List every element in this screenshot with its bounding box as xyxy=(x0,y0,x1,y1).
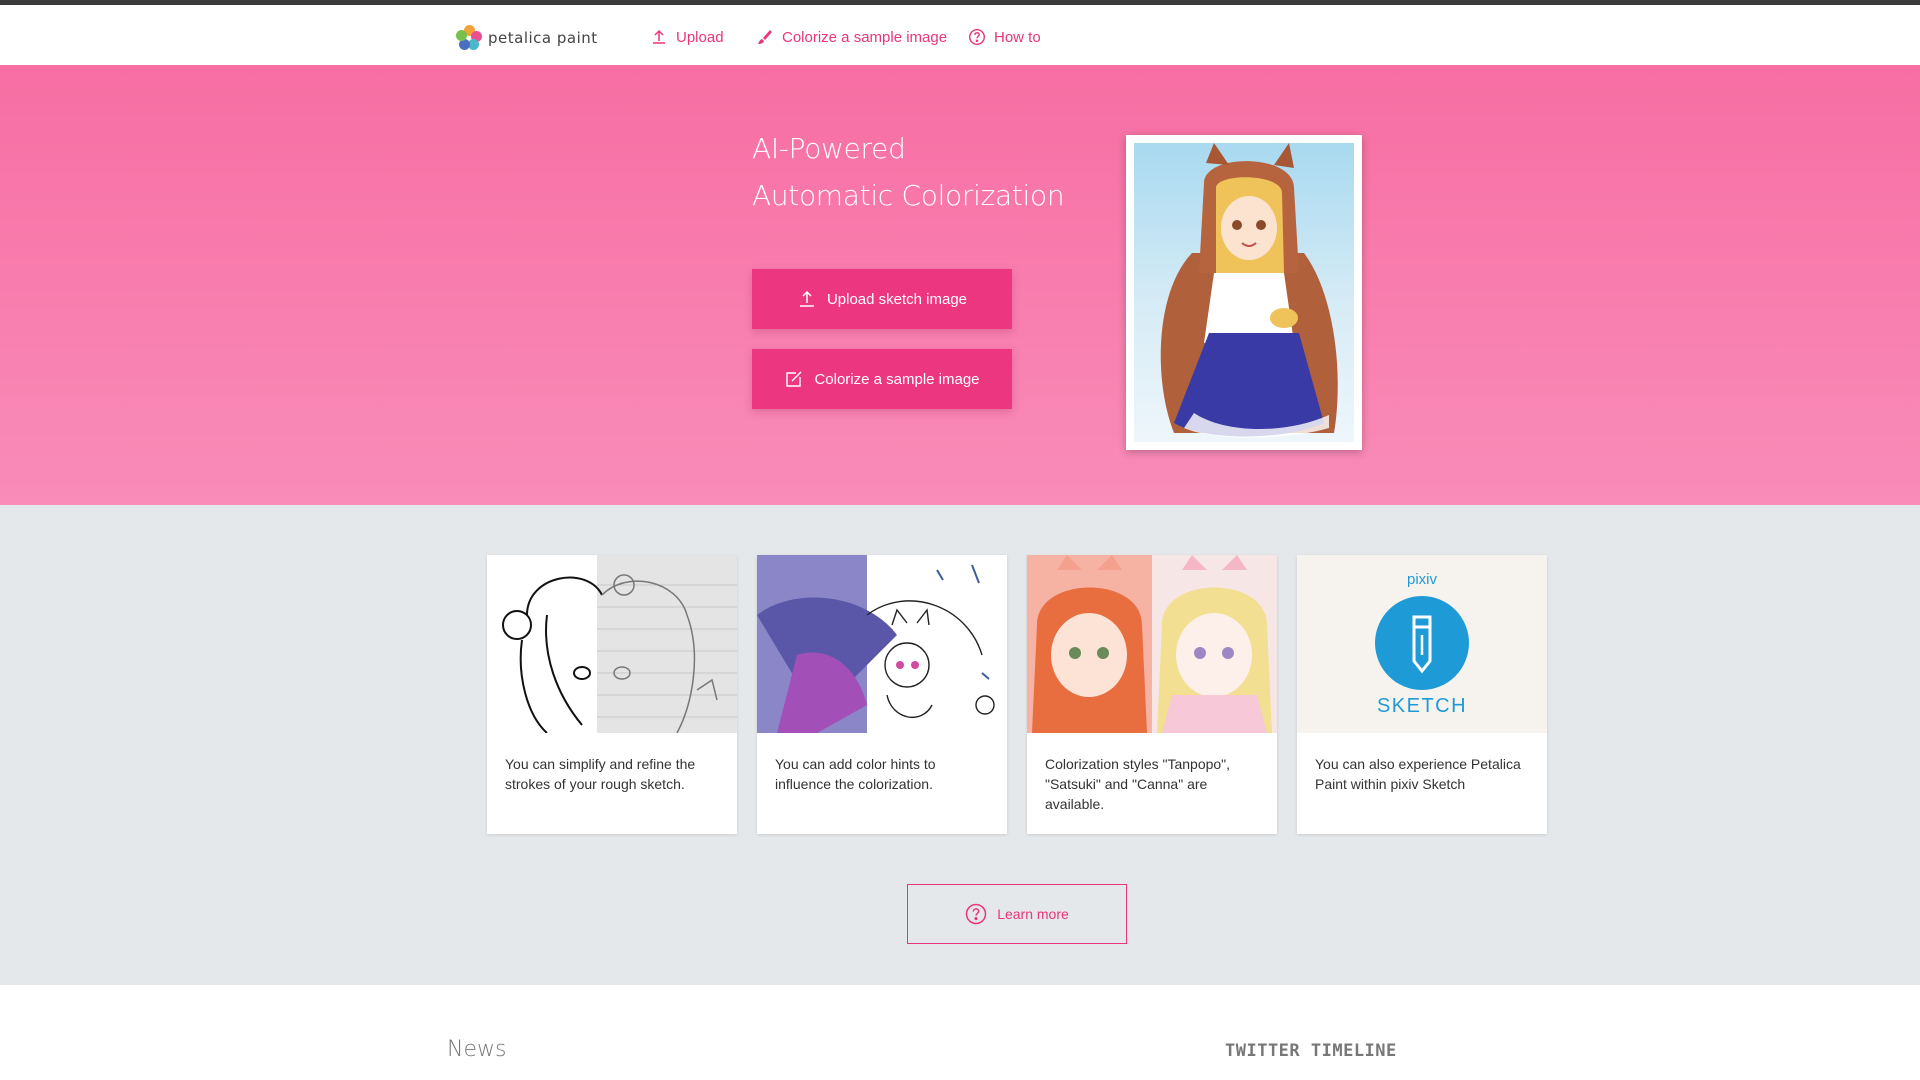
upload-icon xyxy=(799,290,814,307)
features-section: You can simplify and refine the strokes … xyxy=(0,505,1920,985)
hero-section: AI-Powered Automatic Colorization Upload… xyxy=(0,65,1920,505)
site-logo[interactable]: petalica paint xyxy=(456,25,598,51)
feature-text-color-hints: You can add color hints to influence the… xyxy=(775,756,936,792)
upload-icon xyxy=(653,29,665,44)
nav-upload-label: Upload xyxy=(676,28,724,46)
learn-more-button[interactable]: Learn more xyxy=(907,884,1127,944)
nav-upload-link[interactable]: Upload xyxy=(650,27,724,47)
nav-howto-link[interactable]: How to xyxy=(968,27,1041,47)
feature-text-pixiv-sketch: You can also experience Petalica Paint w… xyxy=(1315,756,1521,792)
top-navigation: petalica paint Upload Colorize a sample … xyxy=(0,5,1920,65)
question-circle-icon xyxy=(968,28,986,46)
colorize-sample-button[interactable]: Colorize a sample image xyxy=(752,349,1012,409)
news-section: News TWITTER TIMELINE xyxy=(0,985,1920,1080)
feature-card-pixiv-sketch[interactable]: pixiv SKETCH You can also experience Pet… xyxy=(1297,555,1547,834)
brush-icon xyxy=(758,30,772,44)
learn-more-label: Learn more xyxy=(997,906,1069,922)
feature-card-styles[interactable]: Colorization styles "Tanpopo", "Satsuki"… xyxy=(1027,555,1277,834)
petal-logo-icon xyxy=(456,25,482,51)
feature-text-styles: Colorization styles "Tanpopo", "Satsuki"… xyxy=(1045,756,1231,812)
pixiv-brand-text: pixiv xyxy=(1406,571,1437,588)
upload-sketch-button[interactable]: Upload sketch image xyxy=(752,269,1012,329)
feature-image-color-hints xyxy=(757,555,1007,733)
feature-image-sketch-refine xyxy=(487,555,737,733)
twitter-timeline-heading: TWITTER TIMELINE xyxy=(1225,1041,1397,1061)
edit-icon xyxy=(786,371,802,387)
pencil-icon xyxy=(1375,596,1469,690)
question-circle-icon xyxy=(965,903,987,925)
hero-title-line2: Automatic Colorization xyxy=(752,179,1065,212)
upload-sketch-label: Upload sketch image xyxy=(826,290,968,308)
feature-card-simplify[interactable]: You can simplify and refine the strokes … xyxy=(487,555,737,834)
hero-title-line1: AI-Powered xyxy=(752,132,906,165)
nav-howto-label: How to xyxy=(994,28,1041,46)
feature-image-styles xyxy=(1027,555,1277,733)
nav-sample-link[interactable]: Colorize a sample image xyxy=(756,27,947,47)
colorize-sample-label: Colorize a sample image xyxy=(814,370,980,388)
sketch-brand-text: SKETCH xyxy=(1376,695,1468,717)
hero-title: AI-Powered Automatic Colorization xyxy=(752,125,1065,219)
pixiv-sketch-banner: pixiv SKETCH xyxy=(1297,555,1547,733)
nav-sample-label: Colorize a sample image xyxy=(782,28,948,46)
feature-card-color-hints[interactable]: You can add color hints to influence the… xyxy=(757,555,1007,834)
logo-text: petalica paint xyxy=(488,29,598,47)
sample-colorized-illustration xyxy=(1126,135,1362,450)
news-heading: News xyxy=(447,1037,507,1062)
feature-text-simplify: You can simplify and refine the strokes … xyxy=(505,756,696,792)
illustration-canvas xyxy=(1134,143,1354,442)
